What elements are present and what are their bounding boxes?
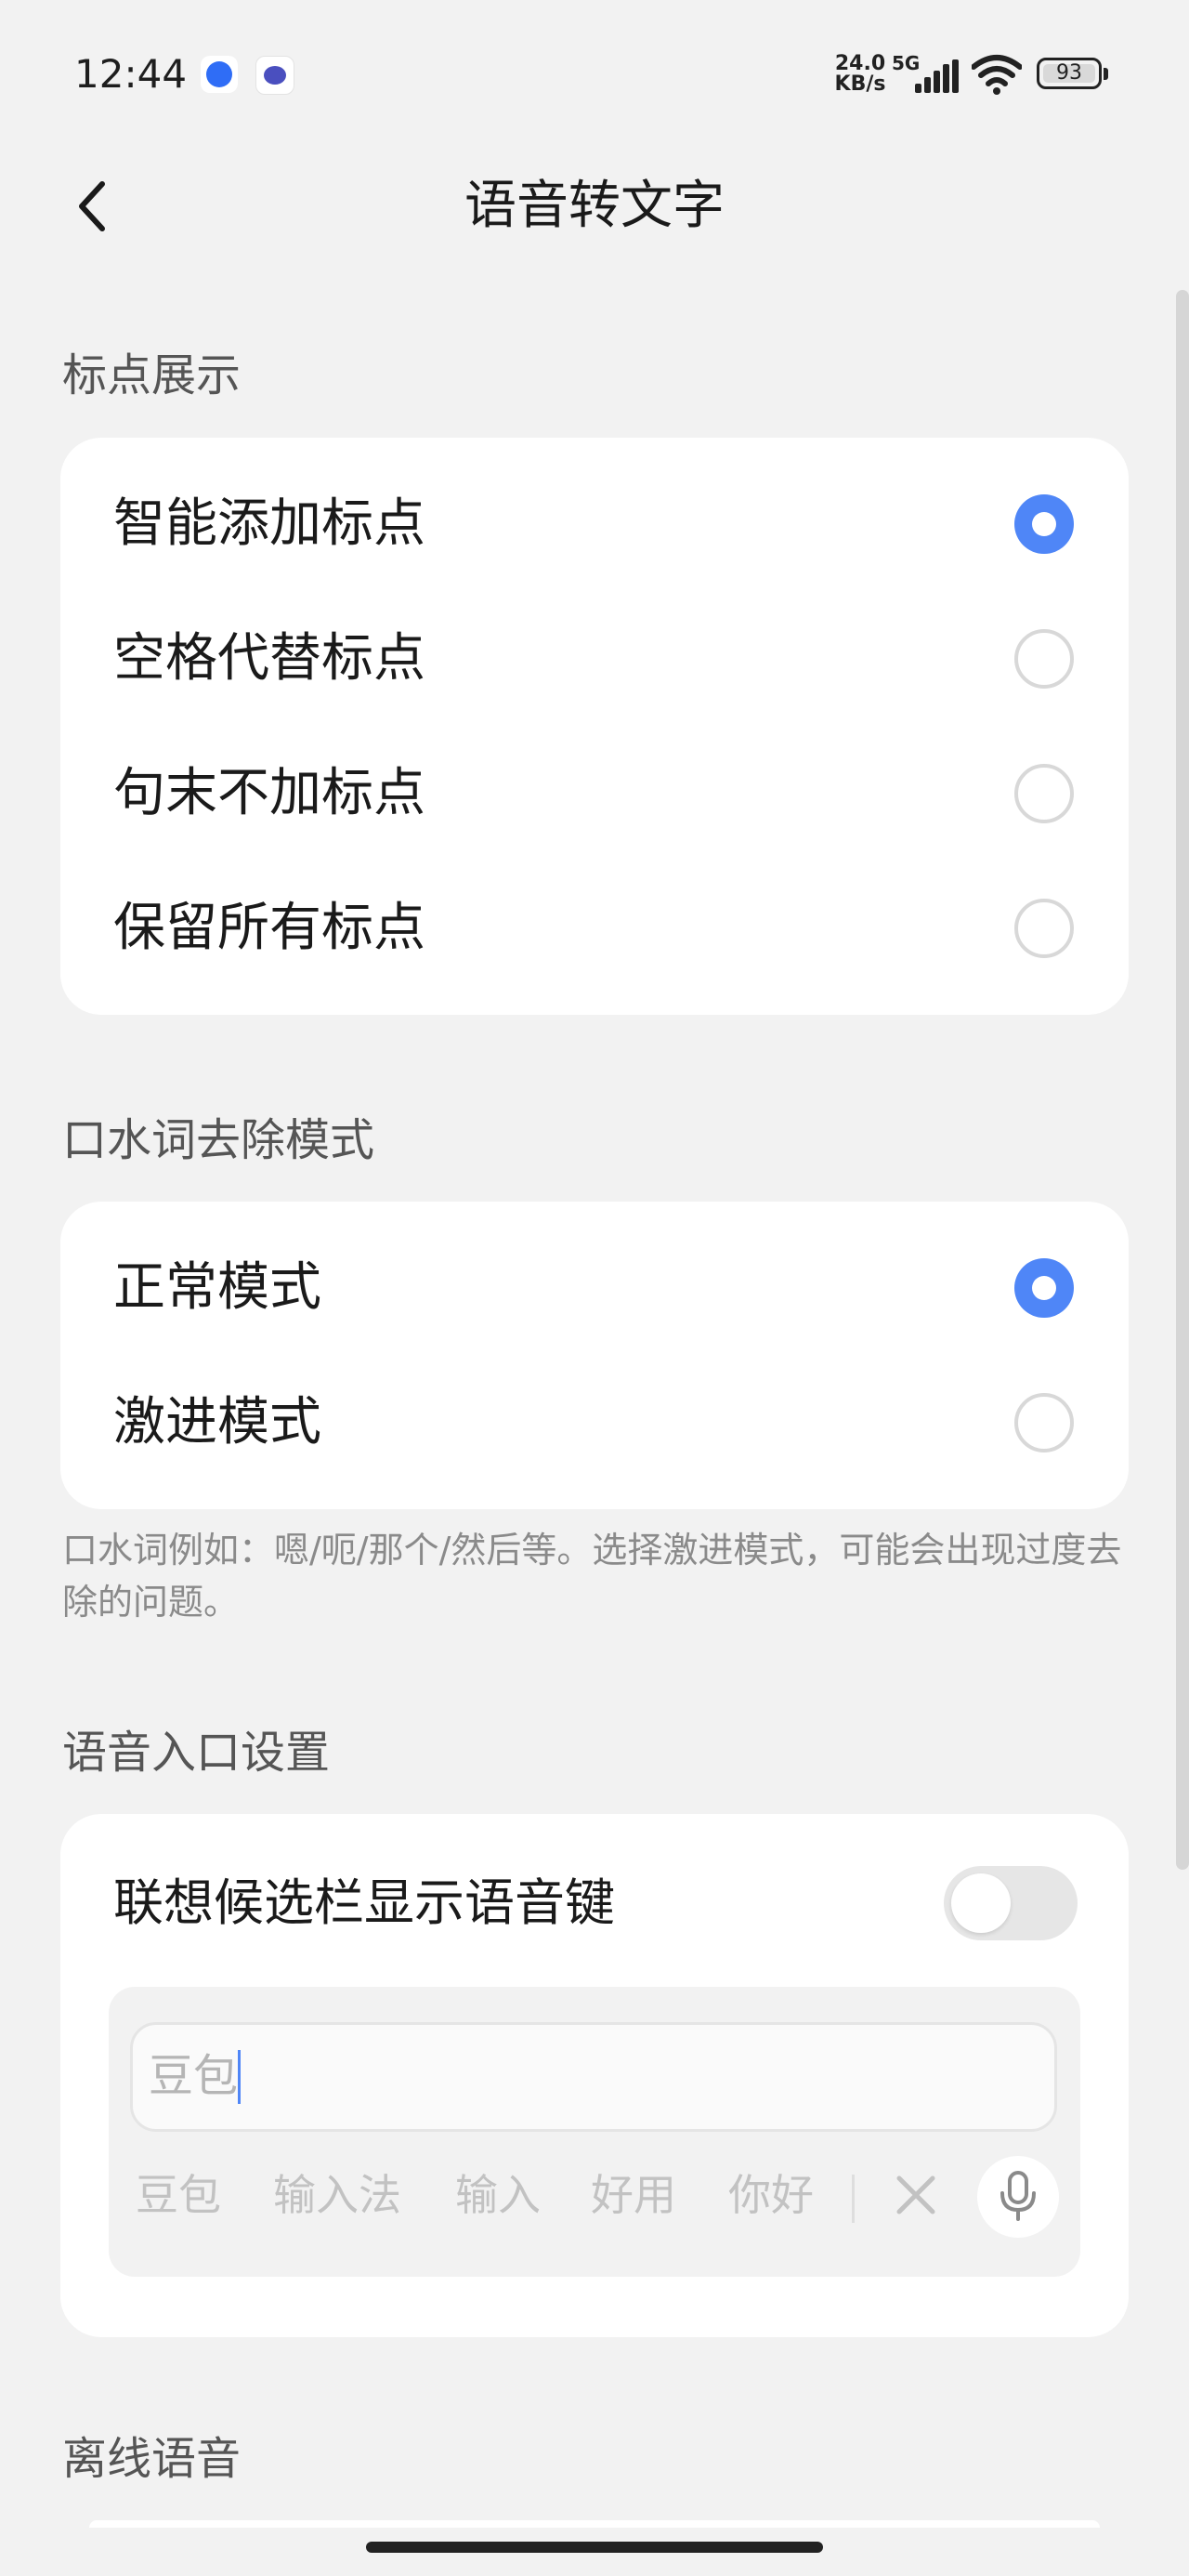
mic-button (977, 2156, 1059, 2238)
section-title-filler-words: 口水词去除模式 (62, 1114, 375, 1166)
candidate-word: 输入 (455, 2170, 541, 2220)
microphone-icon (1000, 2171, 1036, 2221)
radio-selected-icon[interactable] (1014, 1258, 1074, 1318)
radio-unselected-icon[interactable] (1014, 899, 1074, 958)
radio-unselected-icon[interactable] (1014, 629, 1074, 689)
candidate-word: 输入法 (273, 2170, 401, 2220)
option-label[interactable]: 句末不加标点 (113, 760, 425, 827)
filler-words-card (60, 1202, 1129, 1509)
text-caret (238, 2050, 241, 2104)
toggle-label: 联想候选栏显示语音键 (113, 1873, 615, 1932)
option-label[interactable]: 正常模式 (113, 1255, 321, 1321)
preview-input (130, 2022, 1057, 2132)
option-label[interactable]: 激进模式 (113, 1389, 321, 1456)
signal-icon (915, 59, 959, 93)
section-title-voice-entry: 语音入口设置 (62, 1727, 331, 1779)
app-notification-icon (255, 56, 294, 95)
section-title-offline-voice: 离线语音 (62, 2433, 242, 2485)
battery-icon: 93 (1037, 58, 1111, 91)
wifi-icon (972, 55, 1022, 95)
network-speed: 24.0 KB/s (834, 52, 886, 96)
preview-input-text: 豆包 (149, 2050, 239, 2102)
scrollbar[interactable] (1176, 290, 1189, 1870)
radio-selected-icon[interactable] (1014, 494, 1074, 554)
radio-unselected-icon[interactable] (1014, 1393, 1074, 1452)
page-title: 语音转文字 (464, 176, 725, 236)
candidate-word: 好用 (591, 2170, 676, 2220)
section-title-punctuation: 标点展示 (62, 349, 242, 401)
status-time: 12:44 (74, 51, 188, 97)
candidate-word: 你好 (728, 2170, 814, 2220)
option-label[interactable]: 智能添加标点 (113, 491, 425, 558)
home-indicator[interactable] (366, 2542, 823, 2553)
voice-key-toggle[interactable] (944, 1866, 1078, 1940)
radio-unselected-icon[interactable] (1014, 764, 1074, 823)
option-label[interactable]: 保留所有标点 (113, 895, 425, 962)
offline-voice-card (89, 2520, 1100, 2528)
option-label[interactable]: 空格代替标点 (113, 625, 425, 692)
app-notification-icon (201, 56, 238, 93)
candidate-divider (852, 2175, 855, 2223)
close-icon (896, 2175, 935, 2215)
candidate-word: 豆包 (136, 2170, 221, 2220)
filler-words-hint: 口水词例如：嗯/呃/那个/然后等。选择激进模式，可能会出现过度去除的问题。 (62, 1530, 1122, 1623)
